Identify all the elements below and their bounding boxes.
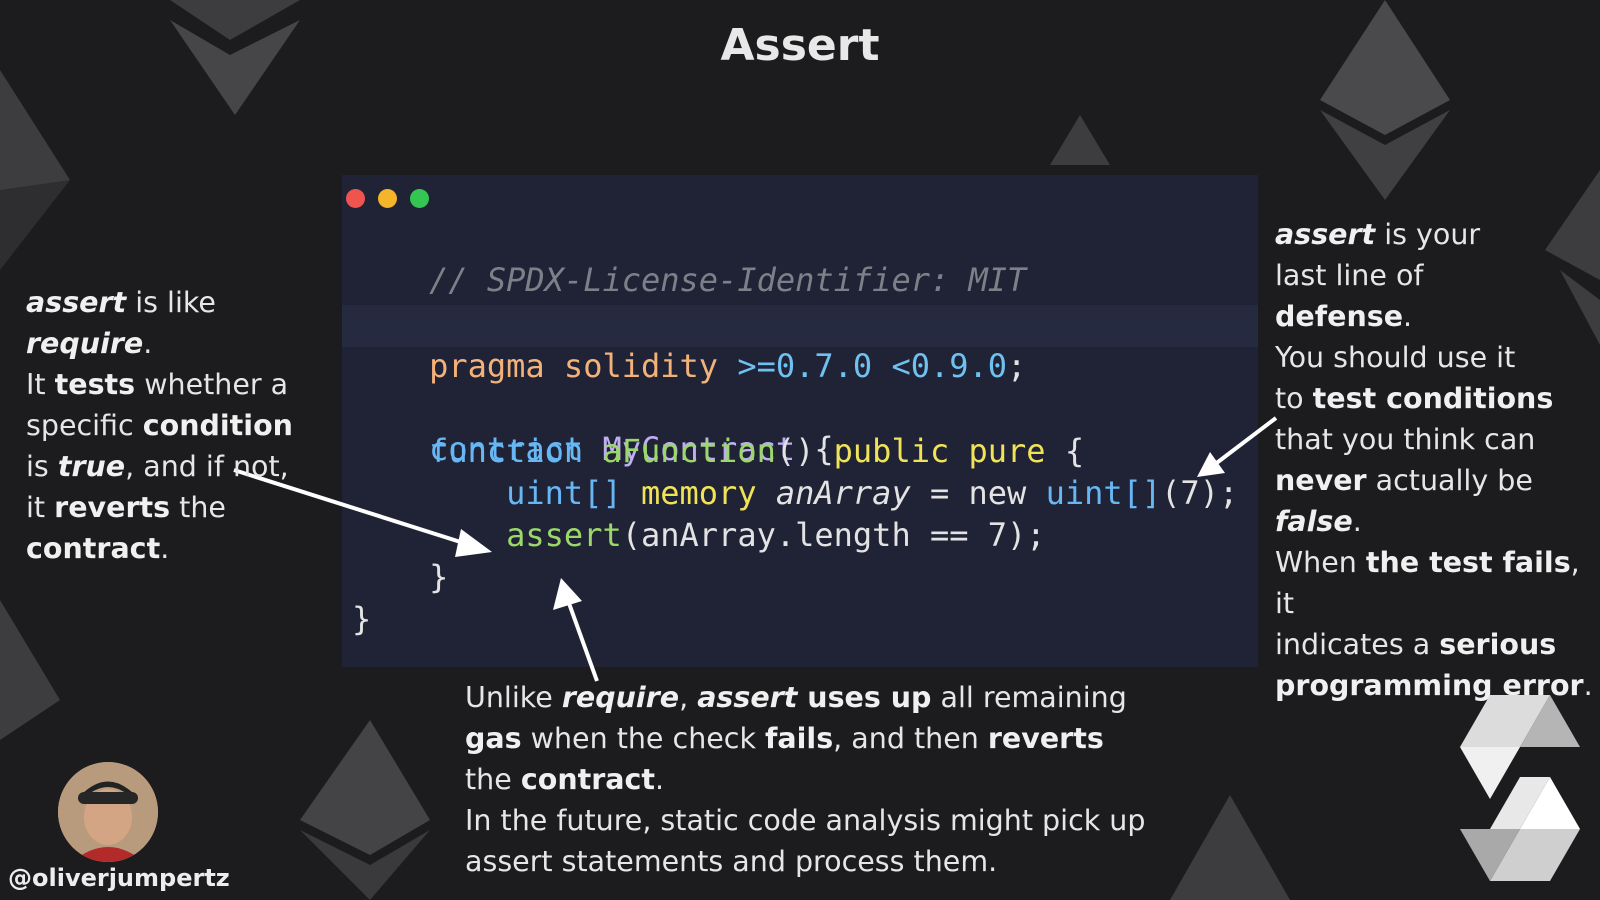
note-text: is [26, 450, 58, 483]
note-text: last line of [1275, 259, 1424, 292]
note-text: false [1275, 505, 1353, 538]
note-text: it [26, 491, 55, 524]
note-text: , and if not, [125, 450, 289, 483]
note-text: assert [1275, 218, 1376, 251]
note-text: contract [26, 532, 161, 565]
note-text: gas [465, 722, 522, 755]
avatar-portrait-icon [58, 762, 158, 862]
author-handle: @oliverjumpertz [8, 864, 230, 892]
note-text: . [1352, 505, 1362, 538]
note-text: when the check [521, 722, 766, 755]
note-text: It [26, 368, 55, 401]
note-text: uses up [797, 681, 932, 714]
note-text: the [465, 763, 521, 796]
note-text: defense [1275, 300, 1404, 333]
note-text: assert [26, 286, 127, 319]
note-text: all remaining [931, 681, 1127, 714]
note-text: . [1583, 669, 1593, 702]
note-text: the [170, 491, 226, 524]
note-text: contract [520, 763, 656, 796]
note-text: serious [1439, 628, 1557, 661]
note-text: In the future, static code analysis migh… [465, 804, 1146, 837]
note-text: assert [697, 681, 798, 714]
note-text: the test fails [1365, 546, 1571, 579]
note-text: require [561, 681, 680, 714]
note-text: . [655, 763, 665, 796]
note-text: specific [26, 409, 143, 442]
note-text: never [1275, 464, 1367, 497]
note-text: you think can [1332, 423, 1536, 456]
note-text: indicates a [1275, 628, 1440, 661]
note-text: to [1275, 382, 1313, 415]
note-text: . [1403, 300, 1413, 333]
note-text: You should use it [1275, 341, 1516, 374]
solidity-logo-icon [1460, 695, 1580, 881]
note-text: is your [1375, 218, 1481, 251]
note-text: that [1275, 423, 1333, 456]
note-text: actually be [1366, 464, 1533, 497]
note-text: require [26, 327, 144, 360]
note-text: reverts [54, 491, 171, 524]
note-bottom: Unlike require, assert uses up all remai… [465, 677, 1185, 882]
note-text: . [160, 532, 170, 565]
note-text: tests [54, 368, 136, 401]
note-text: test conditions [1312, 382, 1554, 415]
note-text: is like [126, 286, 216, 319]
note-text: assert statements and process them. [465, 845, 998, 878]
note-left: assert is like require. It tests whether… [26, 282, 336, 569]
note-text: true [57, 450, 126, 483]
note-text: When [1275, 546, 1366, 579]
note-text: Unlike [465, 681, 562, 714]
note-text: , [679, 681, 698, 714]
avatar [58, 762, 158, 862]
note-text: reverts [987, 722, 1104, 755]
arrow-bottom-icon [564, 594, 599, 682]
note-text: , and then [833, 722, 988, 755]
note-text: . [143, 327, 153, 360]
note-right: assert is your last line of defense. You… [1275, 214, 1600, 706]
note-text: whether a [135, 368, 289, 401]
note-text: condition [142, 409, 293, 442]
note-text: fails [765, 722, 834, 755]
arrow-right-icon [1208, 416, 1278, 470]
